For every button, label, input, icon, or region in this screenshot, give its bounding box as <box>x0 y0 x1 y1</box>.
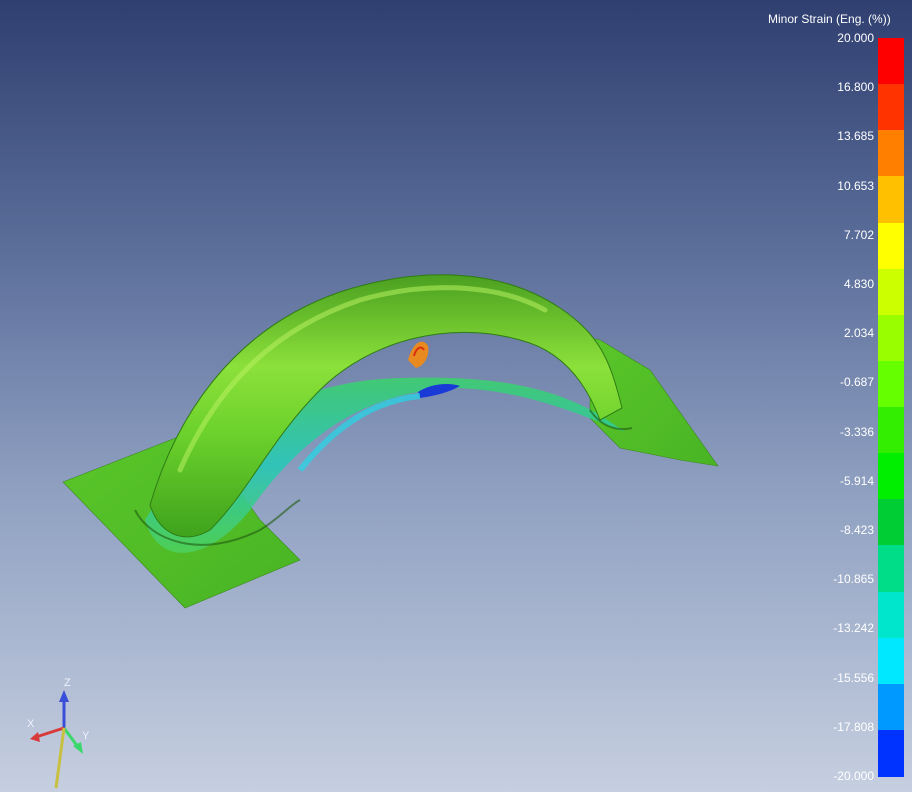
legend-tick-label: -13.242 <box>833 621 874 636</box>
legend-tick-label: -0.687 <box>839 375 874 390</box>
legend-tick-label: -15.556 <box>833 670 874 685</box>
y-axis-label: Y <box>82 730 90 742</box>
legend-tick-label: -10.865 <box>833 572 874 587</box>
legend-tick-label: -17.808 <box>833 719 874 734</box>
legend-band <box>878 360 904 408</box>
legend-tick-label: 10.653 <box>837 178 874 193</box>
legend-band <box>878 222 904 270</box>
legend-color-bar <box>878 38 904 777</box>
legend-tick-label: 16.800 <box>837 80 874 95</box>
legend-tick-label: 4.830 <box>843 277 874 291</box>
legend-band <box>878 499 904 547</box>
legend-band <box>878 729 904 777</box>
legend-band <box>878 637 904 685</box>
legend-band <box>878 130 904 178</box>
legend-band <box>878 453 904 501</box>
legend-band <box>878 176 904 224</box>
high-strain-spike <box>408 341 429 368</box>
legend-tick-label: -20.000 <box>833 769 874 783</box>
y-axis-line <box>62 727 80 748</box>
legend-tick-label: 13.685 <box>837 129 874 144</box>
legend-tick-label: 7.702 <box>843 227 874 242</box>
legend-tick-label: 2.034 <box>843 326 874 341</box>
legend-band <box>878 407 904 454</box>
legend-band <box>878 268 904 316</box>
legend-band <box>878 545 904 593</box>
x-axis-line <box>35 726 65 739</box>
x-axis-label: X <box>27 718 35 730</box>
strain-legend: Minor Strain (Eng. (%)) 20.000 16.800 13.6… <box>760 0 912 792</box>
legend-band <box>878 314 904 362</box>
legend-tick-label: -8.423 <box>839 523 874 537</box>
x-axis-arrow <box>30 732 40 742</box>
legend-band <box>878 38 904 85</box>
legend-tick-label: 20.000 <box>837 31 874 45</box>
legend-tick-label: -3.336 <box>839 424 874 439</box>
triad-stem <box>54 727 66 789</box>
legend-title: Minor Strain (Eng. (%)) <box>768 12 891 26</box>
legend-tick-label: -5.914 <box>839 473 874 488</box>
z-axis-arrow <box>59 690 69 702</box>
axis-triad: Z X Y <box>20 670 110 792</box>
legend-band <box>878 683 904 731</box>
legend-band <box>878 84 904 132</box>
z-axis-label: Z <box>64 677 71 689</box>
legend-band <box>878 591 904 639</box>
